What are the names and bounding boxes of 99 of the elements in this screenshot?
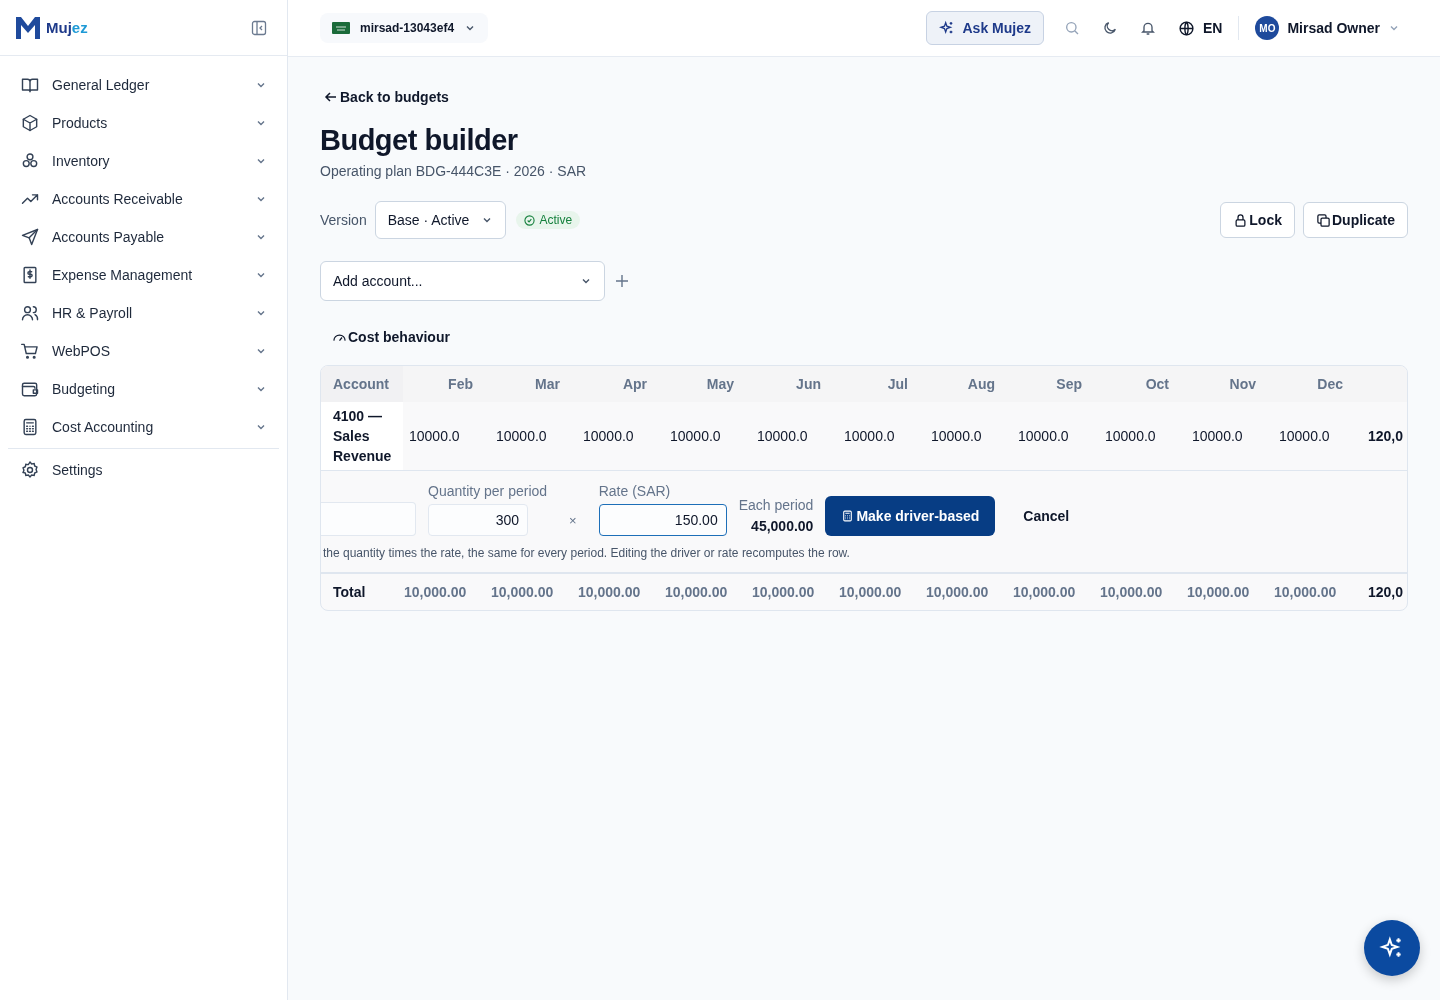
sidebar-item[interactable]: Settings	[8, 451, 279, 489]
amount-input[interactable]: 10000.0	[664, 428, 751, 444]
times-sign: ×	[568, 513, 578, 530]
sidebar-item[interactable]: HR & Payroll	[8, 294, 279, 332]
arrow-left-icon	[324, 90, 338, 104]
total-cell-text: 10,000.00	[1273, 584, 1338, 600]
box-icon	[20, 113, 40, 133]
column-header: Jun	[795, 376, 822, 392]
receipt-icon	[20, 265, 40, 285]
column-header: May	[705, 376, 735, 392]
sidebar-item[interactable]: Expense Management	[8, 256, 279, 294]
wallet-icon	[20, 379, 40, 399]
version-select[interactable]: Base · Active	[374, 201, 507, 239]
total-cell-text: 10,000.00	[925, 584, 990, 600]
quantity-label: Quantity per period	[428, 483, 548, 499]
row-total: 120,0	[1367, 428, 1405, 444]
account-cell: 4100 — Sales Revenue	[321, 402, 403, 470]
amount-input[interactable]: 10000.0	[1012, 428, 1099, 444]
bell-icon[interactable]	[1139, 20, 1156, 36]
logo-icon	[16, 16, 40, 39]
column-header: Apr	[621, 376, 648, 392]
page-title: Budget builder	[320, 124, 519, 157]
sidebar-item[interactable]: General Ledger	[8, 66, 279, 104]
duplicate-button[interactable]: Duplicate	[1303, 202, 1408, 238]
total-cell-text: 10,000.00	[490, 584, 555, 600]
back-link[interactable]: Back to budgets	[324, 89, 449, 105]
amount-input[interactable]: 10000.0	[838, 428, 925, 444]
column-header: Dec	[1316, 376, 1344, 392]
calculator-icon	[20, 417, 40, 437]
total-cell-text: 10,000.00	[1099, 584, 1164, 600]
column-header: Aug	[966, 376, 996, 392]
amount-input[interactable]: 10000.0	[577, 428, 664, 444]
language-switcher[interactable]: EN	[1177, 19, 1223, 37]
plus-icon[interactable]	[615, 274, 629, 288]
rate-label: Rate (SAR)	[598, 483, 672, 499]
people-icon	[20, 303, 40, 323]
calculator-icon	[841, 509, 855, 523]
amount-input[interactable]: 10000.0	[490, 428, 577, 444]
column-header: Jul	[886, 376, 909, 392]
add-account-select[interactable]: Add account...	[320, 261, 605, 301]
copy-icon	[1316, 212, 1331, 228]
amount-input[interactable]: 10000.0	[1273, 428, 1360, 444]
each-period-label: Each period	[738, 497, 814, 513]
status-badge: Active	[516, 211, 581, 229]
total-cell-text: 10,000.00	[664, 584, 729, 600]
sidebar-item[interactable]: Budgeting	[8, 370, 279, 408]
column-header: Account	[321, 366, 403, 402]
check-circle-icon	[524, 214, 536, 226]
user-menu[interactable]: MO Mirsad Owner	[1255, 16, 1400, 40]
amount-input[interactable]: 10000.0	[925, 428, 1012, 444]
column-header: Sep	[1055, 376, 1083, 392]
brand-name: Mujez	[46, 19, 88, 36]
version-label: Version	[320, 212, 367, 228]
cost-behaviour-button[interactable]: Cost behaviour	[332, 329, 450, 345]
sidebar-item[interactable]: Accounts Payable	[8, 218, 279, 256]
paper-plane-icon	[20, 227, 40, 247]
sidebar-item[interactable]: WebPOS	[8, 332, 279, 370]
organization-switcher[interactable]: mirsad-13043ef4	[320, 13, 489, 43]
sidebar-toggle-icon[interactable]	[251, 19, 267, 36]
column-header: Mar	[534, 376, 561, 392]
amount-input[interactable]: 10000.0	[1186, 428, 1273, 444]
total-cell-text: 10,000.00	[403, 584, 468, 600]
input-field[interactable]	[321, 502, 416, 536]
ask-assistant-button[interactable]: Ask Mujez	[926, 11, 1044, 45]
total-label: Total	[332, 584, 367, 600]
each-period-value: 45,000.00	[750, 518, 814, 534]
sidebar-item[interactable]: Inventory	[8, 142, 279, 180]
moon-icon[interactable]	[1101, 20, 1118, 36]
flag-icon	[332, 22, 350, 34]
column-header: Feb	[447, 376, 474, 392]
total-cell-text: 10,000.00	[751, 584, 816, 600]
total-cell-text: 10,000.00	[1012, 584, 1077, 600]
book-icon	[20, 75, 40, 95]
assistant-fab[interactable]	[1364, 920, 1420, 976]
help-text: the quantity times the rate, the same for every period. Editing the driver or rate recomputes the row.	[323, 546, 851, 560]
lock-icon	[1233, 212, 1249, 228]
sidebar-item[interactable]: Cost Accounting	[8, 408, 279, 446]
sidebar-item[interactable]: Products	[8, 104, 279, 142]
total-cell-text: 10,000.00	[838, 584, 903, 600]
amount-input[interactable]: 10000.0	[751, 428, 838, 444]
make-driver-based-button[interactable]: Make driver-based	[825, 496, 996, 536]
total-cell-text: 10,000.00	[1186, 584, 1251, 600]
avatar: MO	[1255, 16, 1280, 40]
cancel-button[interactable]: Cancel	[1007, 496, 1086, 536]
amount-input[interactable]: 10000.0	[403, 428, 490, 444]
total-cell-text: 10,000.00	[577, 584, 642, 600]
page-subtitle: Operating plan BDG-444C3E · 2026 · SAR	[320, 163, 588, 179]
grand-total: 120,0	[1367, 584, 1405, 600]
settings-icon	[20, 460, 40, 480]
column-header: Nov	[1228, 376, 1257, 392]
globe-icon	[1177, 19, 1195, 37]
cart-icon	[20, 341, 40, 361]
quantity-field[interactable]: 300	[428, 504, 528, 536]
lock-button[interactable]: Lock	[1220, 202, 1295, 238]
search-icon[interactable]	[1063, 20, 1080, 36]
sidebar-item[interactable]: Accounts Receivable	[8, 180, 279, 218]
amount-input[interactable]: 10000.0	[1099, 428, 1186, 444]
column-header: Oct	[1144, 376, 1170, 392]
rate-field[interactable]: 150.00	[598, 504, 727, 536]
